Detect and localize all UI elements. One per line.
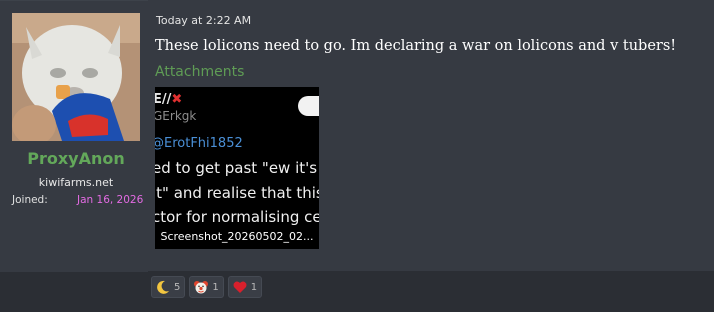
avatar[interactable] — [12, 13, 140, 141]
reaction-count: 1 — [212, 281, 219, 293]
thumbnail-display-name: E//✖ — [155, 92, 183, 107]
thumbnail-follow-pill — [298, 96, 319, 116]
user-sidebar: ProxyAnon kiwifarms.net Joined: Jan 16, … — [0, 0, 148, 272]
thumbnail-text-line: it" and realise that this — [155, 184, 319, 202]
attachment-filename[interactable]: Screenshot_20260502_02... — [155, 230, 319, 243]
attachments-heading: Attachments — [155, 64, 245, 80]
reaction-heart[interactable]: 1 — [227, 276, 263, 298]
reaction-bar: 5 1 1 — [148, 276, 263, 300]
anger-icon: ✖ — [171, 92, 183, 107]
user-title: kiwifarms.net — [38, 176, 114, 189]
post-body: Today at 2:22 AM These lolicons need to … — [148, 0, 714, 271]
forum-post: ProxyAnon kiwifarms.net Joined: Jan 16, … — [0, 0, 714, 312]
thumbnail-text-line: ctor for normalising ce — [155, 208, 319, 226]
post-timestamp[interactable]: Today at 2:22 AM — [156, 14, 251, 27]
reaction-moon[interactable]: 5 — [151, 276, 186, 298]
username[interactable]: ProxyAnon — [0, 149, 152, 168]
thumbnail-mention: @ErotFhi1852 — [155, 136, 243, 151]
attachment-thumbnail[interactable]: E//✖ GErkgk @ErotFhi1852 ed to get past … — [155, 87, 319, 249]
moon-icon — [155, 279, 171, 295]
joined-date: Jan 16, 2026 — [77, 194, 144, 206]
reaction-clown[interactable]: 1 — [189, 276, 224, 298]
reaction-count: 5 — [174, 281, 181, 293]
post-message: These lolicons need to go. Im declaring … — [155, 38, 677, 54]
heart-icon — [232, 279, 248, 295]
reaction-count: 1 — [250, 281, 258, 293]
clown-icon — [193, 279, 209, 295]
thumbnail-text-line: ed to get past "ew it's ic — [155, 159, 319, 177]
joined-label: Joined: — [12, 194, 48, 206]
avatar-image — [12, 13, 140, 141]
thumbnail-handle: GErkgk — [155, 109, 197, 123]
